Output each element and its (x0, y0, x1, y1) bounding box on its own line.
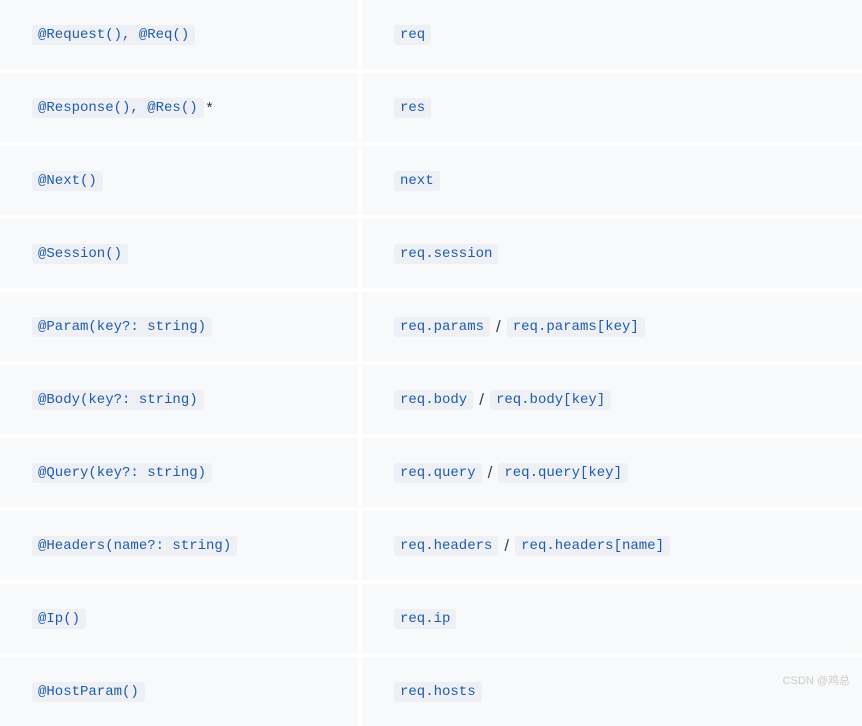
value-code: req.session (394, 244, 498, 264)
decorator-cell: @Param(key?: string) (0, 292, 358, 361)
separator: / (488, 463, 493, 483)
asterisk-note: * (207, 99, 213, 116)
value-cell: req.ip (362, 584, 862, 653)
decorator-code: @Headers(name?: string) (32, 536, 237, 556)
table-row: @Next() next (0, 146, 862, 215)
decorator-code: @Response(), @Res() (32, 98, 204, 118)
table-row: @Query(key?: string) req.query / req.que… (0, 438, 862, 507)
value-code: req.ip (394, 609, 456, 629)
value-cell: req.hosts (362, 657, 862, 726)
table-row: @Param(key?: string) req.params / req.pa… (0, 292, 862, 361)
decorator-cell: @HostParam() (0, 657, 358, 726)
value-code: next (394, 171, 440, 191)
separator: / (479, 390, 484, 410)
decorator-cell: @Response(), @Res() * (0, 73, 358, 142)
watermark-text: CSDN @鸡总 (783, 672, 850, 688)
decorator-cell: @Next() (0, 146, 358, 215)
table-row: @Headers(name?: string) req.headers / re… (0, 511, 862, 580)
decorator-code: @Ip() (32, 609, 86, 629)
value-cell: req (362, 0, 862, 69)
table-row: @HostParam() req.hosts (0, 657, 862, 726)
table-row: @Body(key?: string) req.body / req.body[… (0, 365, 862, 434)
value-code: req.body (394, 390, 473, 410)
separator: / (496, 317, 501, 337)
value-code: req.query (394, 463, 482, 483)
value-code: req.headers (394, 536, 498, 556)
decorator-code: @Next() (32, 171, 103, 191)
decorator-cell: @Request(), @Req() (0, 0, 358, 69)
decorator-code: @Query(key?: string) (32, 463, 212, 483)
decorator-cell: @Body(key?: string) (0, 365, 358, 434)
value-cell: res (362, 73, 862, 142)
table-row: @Response(), @Res() * res (0, 73, 862, 142)
decorator-code: @Request(), @Req() (32, 25, 195, 45)
value-code: req (394, 25, 431, 45)
value-code: req.hosts (394, 682, 482, 702)
decorator-code: @Param(key?: string) (32, 317, 212, 337)
value-cell: req.session (362, 219, 862, 288)
decorator-code: @Body(key?: string) (32, 390, 204, 410)
decorator-cell: @Query(key?: string) (0, 438, 358, 507)
value-code: res (394, 98, 431, 118)
value-cell: req.body / req.body[key] (362, 365, 862, 434)
table-row: @Request(), @Req() req (0, 0, 862, 69)
decorator-cell: @Headers(name?: string) (0, 511, 358, 580)
table-row: @Session() req.session (0, 219, 862, 288)
value-code-alt: req.headers[name] (515, 536, 670, 556)
decorator-code: @HostParam() (32, 682, 145, 702)
decorator-code: @Session() (32, 244, 128, 264)
table-row: @Ip() req.ip (0, 584, 862, 653)
value-cell: req.query / req.query[key] (362, 438, 862, 507)
value-cell: next (362, 146, 862, 215)
decorator-mapping-table: @Request(), @Req() req @Response(), @Res… (0, 0, 862, 726)
value-code-alt: req.query[key] (498, 463, 628, 483)
value-cell: req.params / req.params[key] (362, 292, 862, 361)
value-cell: req.headers / req.headers[name] (362, 511, 862, 580)
decorator-cell: @Session() (0, 219, 358, 288)
value-code: req.params (394, 317, 490, 337)
separator: / (504, 536, 509, 556)
decorator-cell: @Ip() (0, 584, 358, 653)
value-code-alt: req.params[key] (507, 317, 645, 337)
value-code-alt: req.body[key] (490, 390, 611, 410)
